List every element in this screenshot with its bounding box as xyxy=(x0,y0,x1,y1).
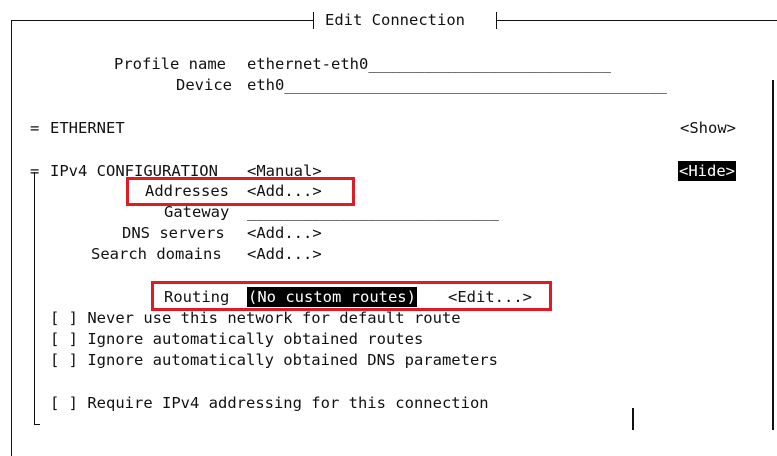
search-domains-add-button[interactable]: <Add...> xyxy=(247,244,322,264)
scrollbar-track[interactable] xyxy=(772,80,774,430)
ethernet-marker: = xyxy=(30,119,40,137)
checkbox-label: Require IPv4 addressing for this connect… xyxy=(87,394,489,412)
device-label: Device xyxy=(176,76,232,94)
checkbox-box: [ ] xyxy=(50,394,78,412)
text-cursor xyxy=(632,408,634,430)
ethernet-section-label: ETHERNET xyxy=(50,119,125,137)
window-top-border-right xyxy=(496,20,777,21)
routing-highlight-box xyxy=(151,281,552,311)
gateway-field[interactable]: ___________________________ xyxy=(247,202,499,222)
window-left-border xyxy=(11,20,12,456)
device-field[interactable]: eth0____________________________________… xyxy=(247,75,667,95)
checkbox-box: [ ] xyxy=(50,351,78,369)
ethernet-show-button[interactable]: <Show> xyxy=(680,118,736,138)
checkbox-ignore-dns[interactable]: [ ] Ignore automatically obtained DNS pa… xyxy=(50,350,498,370)
checkbox-label: Ignore automatically obtained routes xyxy=(87,330,424,348)
dns-servers-label: DNS servers xyxy=(122,224,225,242)
window-top-border-left xyxy=(11,20,313,21)
profile-name-fill: __________________________ xyxy=(368,55,611,73)
window-title: Edit Connection xyxy=(325,11,465,29)
search-domains-label: Search domains xyxy=(91,245,222,263)
profile-name-label: Profile name xyxy=(114,55,226,73)
title-left-tick xyxy=(313,12,314,29)
checkbox-label: Ignore automatically obtained DNS parame… xyxy=(87,351,498,369)
gateway-label: Gateway xyxy=(164,203,230,221)
device-fill: ________________________________________… xyxy=(284,76,667,94)
profile-name-value: ethernet-eth0 xyxy=(247,55,369,73)
checkbox-require-ipv4[interactable]: [ ] Require IPv4 addressing for this con… xyxy=(50,393,489,413)
checkbox-default-route[interactable]: [ ] Never use this network for default r… xyxy=(50,308,461,328)
checkbox-label: Never use this network for default route xyxy=(87,309,461,327)
ipv4-hide-button[interactable]: <Hide> xyxy=(678,161,736,181)
ipv4-section-bracket-foot xyxy=(34,424,40,425)
checkbox-ignore-routes[interactable]: [ ] Ignore automatically obtained routes xyxy=(50,329,423,349)
checkbox-box: [ ] xyxy=(50,330,78,348)
ipv4-section-bracket xyxy=(34,172,35,424)
profile-name-field[interactable]: ethernet-eth0__________________________ xyxy=(247,54,611,74)
dns-servers-add-button[interactable]: <Add...> xyxy=(247,223,322,243)
checkbox-box: [ ] xyxy=(50,309,78,327)
device-value: eth0 xyxy=(247,76,285,94)
